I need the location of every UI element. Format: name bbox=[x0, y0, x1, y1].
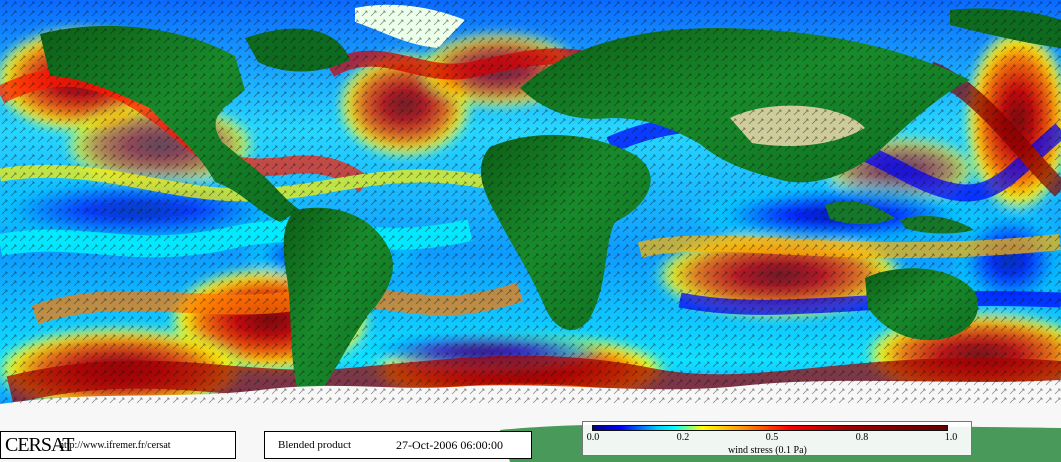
scale-tick-0-2: 0.2 bbox=[676, 432, 690, 443]
wind-stress-scale-panel: 0.0 0.2 0.5 0.8 1.0 wind stress (0.1 Pa) bbox=[582, 421, 972, 456]
cersat-url: http://www.ifremer.fr/cersat bbox=[59, 440, 171, 451]
timestamp-label: 27-Oct-2006 06:00:00 bbox=[396, 438, 503, 452]
cersat-credit-box: CERSAT http://www.ifremer.fr/cersat bbox=[0, 431, 236, 459]
product-label: Blended product bbox=[278, 439, 352, 451]
scale-tick-0-8: 0.8 bbox=[855, 432, 869, 443]
scale-tick-1: 1.0 bbox=[944, 432, 958, 443]
scale-title: wind stress (0.1 Pa) bbox=[728, 445, 807, 456]
global-wind-stress-map bbox=[0, 0, 1061, 462]
wind-vector-arrows bbox=[0, 0, 1061, 404]
wind-stress-map-frame: CERSAT http://www.ifremer.fr/cersat Blen… bbox=[0, 0, 1061, 462]
scale-tick-0-5: 0.5 bbox=[765, 432, 779, 443]
wind-stress-color-scale bbox=[592, 425, 948, 431]
product-date-box: Blended product 27-Oct-2006 06:00:00 bbox=[264, 431, 532, 459]
scale-tick-0: 0.0 bbox=[586, 432, 600, 443]
